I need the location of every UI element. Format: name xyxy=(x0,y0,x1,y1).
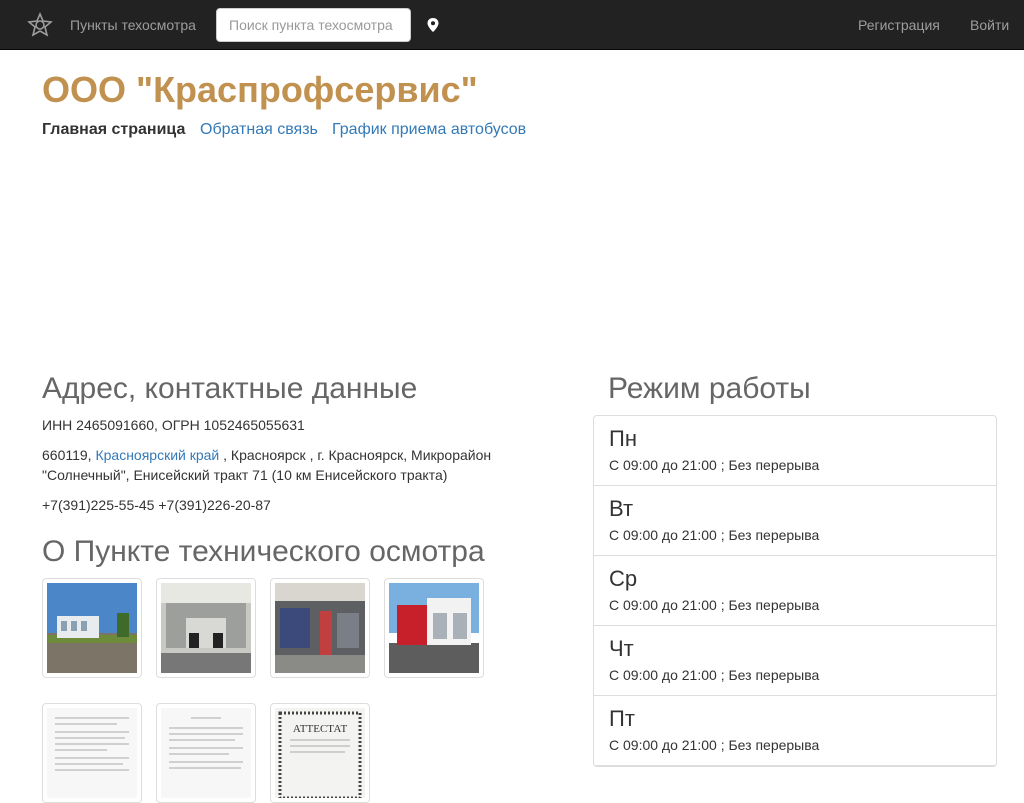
logo-icon[interactable] xyxy=(27,12,53,38)
region-link[interactable]: Красноярский край xyxy=(95,447,219,463)
photo-thumbnail[interactable] xyxy=(384,578,484,678)
schedule-day: Пт С 09:00 до 21:00 ; Без перерыва xyxy=(594,696,996,766)
certificate-scan: АТТЕСТАТ xyxy=(275,708,365,798)
day-name: Вт xyxy=(609,496,634,521)
contacts-heading: Адрес, контактные данные xyxy=(42,372,418,405)
document-scan xyxy=(161,708,251,798)
day-hours: С 09:00 до 21:00 ; Без перерыва xyxy=(609,597,820,613)
schedule-day: Ср С 09:00 до 21:00 ; Без перерыва xyxy=(594,556,996,626)
nav-brand-link[interactable]: Пункты техосмотра xyxy=(70,17,196,33)
search-input[interactable] xyxy=(216,8,411,42)
document-thumbnail[interactable] xyxy=(42,703,142,803)
red-white-building-photo xyxy=(389,583,479,673)
photo-thumbnail[interactable] xyxy=(270,578,370,678)
day-name: Ср xyxy=(609,566,638,591)
day-name: Пн xyxy=(609,426,637,451)
certificate-title: АТТЕСТАТ xyxy=(293,723,348,735)
document-thumbnail[interactable] xyxy=(156,703,256,803)
map-pin-icon[interactable] xyxy=(427,18,439,32)
register-link[interactable]: Регистрация xyxy=(858,17,940,33)
day-hours: С 09:00 до 21:00 ; Без перерыва xyxy=(609,457,820,473)
workshop-photo xyxy=(275,583,365,673)
schedule-heading: Режим работы xyxy=(608,372,811,405)
address: 660119, Красноярский край , Красноярск ,… xyxy=(42,445,502,485)
photo-thumbnail[interactable] xyxy=(156,578,256,678)
schedule-list: Пн С 09:00 до 21:00 ; Без перерыва Вт С … xyxy=(593,415,997,767)
day-hours: С 09:00 до 21:00 ; Без перерыва xyxy=(609,527,820,543)
building-exterior-photo xyxy=(47,583,137,673)
document-thumbnail[interactable]: АТТЕСТАТ xyxy=(270,703,370,803)
day-hours: С 09:00 до 21:00 ; Без перерыва xyxy=(609,667,820,683)
schedule-day: Вт С 09:00 до 21:00 ; Без перерыва xyxy=(594,486,996,556)
login-link[interactable]: Войти xyxy=(970,17,1009,33)
inspection-hall-photo xyxy=(161,583,251,673)
page-title: ООО "Краспрофсервис" xyxy=(42,69,478,110)
about-heading: О Пункте технического осмотра xyxy=(42,535,485,568)
tab-bus-schedule[interactable]: График приема автобусов xyxy=(332,121,526,139)
tab-feedback[interactable]: Обратная связь xyxy=(200,121,318,139)
day-name: Пт xyxy=(609,706,635,731)
day-name: Чт xyxy=(609,636,634,661)
photo-thumbnail[interactable] xyxy=(42,578,142,678)
schedule-day: Чт С 09:00 до 21:00 ; Без перерыва xyxy=(594,626,996,696)
phones: +7(391)225-55-45 +7(391)226-20-87 xyxy=(42,497,271,513)
document-scan xyxy=(47,708,137,798)
schedule-day: Пн С 09:00 до 21:00 ; Без перерыва xyxy=(594,416,996,486)
postcode: 660119, xyxy=(42,447,92,463)
tab-home[interactable]: Главная страница xyxy=(42,121,185,139)
day-hours: С 09:00 до 21:00 ; Без перерыва xyxy=(609,737,820,753)
company-ids: ИНН 2465091660, ОГРН 1052465055631 xyxy=(42,417,305,433)
top-navbar: Пункты техосмотра Регистрация Войти xyxy=(0,0,1024,50)
